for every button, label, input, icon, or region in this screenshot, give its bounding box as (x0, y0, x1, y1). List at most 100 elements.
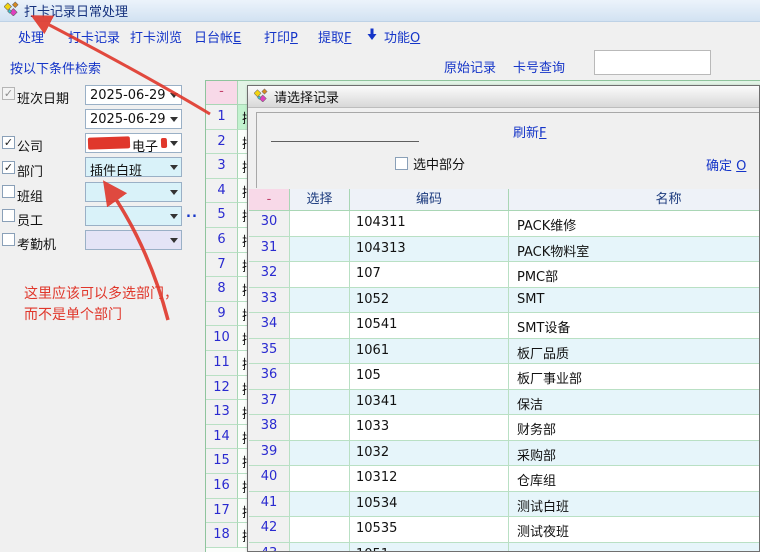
table-row[interactable]: 37 10341 保洁 (249, 390, 760, 416)
row-num: 40 (249, 466, 290, 492)
row-num: 36 (249, 364, 290, 390)
main-grid-row-num: 6 (206, 228, 238, 253)
row-select-cell[interactable] (290, 211, 350, 237)
row-num: 30 (249, 211, 290, 237)
date-to-dropdown[interactable]: 2025-06-29 (85, 109, 182, 129)
department-dropdown[interactable]: 插件白班 (85, 157, 182, 177)
table-row[interactable]: 34 10541 SMT设备 (249, 313, 760, 339)
ok-button[interactable]: 确定 O (706, 155, 746, 174)
employee-checkbox[interactable] (2, 209, 15, 222)
table-row[interactable]: 38 1033 财务部 (249, 415, 760, 441)
dialog-search-input[interactable] (271, 126, 419, 142)
row-select-cell[interactable] (290, 339, 350, 365)
main-grid-row-num: 12 (206, 376, 238, 401)
team-dropdown[interactable] (85, 182, 182, 202)
employee-label: 员工 (17, 210, 43, 229)
machine-dropdown[interactable] (85, 230, 182, 250)
row-name: 板厂品质 (509, 339, 760, 365)
table-row[interactable]: 43 1051 插件 (249, 543, 760, 552)
row-select-cell[interactable] (290, 543, 350, 552)
main-grid-row-num: 18 (206, 523, 238, 548)
table-row[interactable]: 30 104311 PACK维修 (249, 211, 760, 237)
table-row[interactable]: 36 105 板厂事业部 (249, 364, 760, 390)
row-name: SMT设备 (509, 313, 760, 339)
table-row[interactable]: 40 10312 仓库组 (249, 466, 760, 492)
menu-process[interactable]: 处理 (18, 27, 44, 46)
employee-more-button[interactable]: .. (186, 206, 198, 221)
main-grid-row-num: 1 (206, 105, 238, 130)
table-row[interactable]: 42 10535 测试夜班 (249, 517, 760, 543)
company-checkbox[interactable] (2, 136, 15, 149)
menu-extract[interactable]: 提取F (318, 27, 352, 46)
menu-daily-ledger[interactable]: 日台帐E (194, 27, 241, 46)
chevron-down-icon (170, 238, 178, 243)
row-name: 财务部 (509, 415, 760, 441)
dialog-groupbox (256, 112, 760, 188)
row-select-cell[interactable] (290, 415, 350, 441)
menu-punch-records[interactable]: 打卡记录 (68, 27, 120, 46)
header-name[interactable]: 名称 (509, 189, 760, 211)
dialog-titlebar[interactable]: 请选择记录 (248, 86, 759, 108)
machine-label: 考勤机 (17, 234, 56, 253)
row-num: 35 (249, 339, 290, 365)
down-arrow-icon (366, 28, 378, 45)
partial-select-checkbox[interactable] (395, 157, 408, 170)
row-select-cell[interactable] (290, 441, 350, 467)
table-row[interactable]: 41 10534 测试白班 (249, 492, 760, 518)
team-checkbox[interactable] (2, 185, 15, 198)
table-row[interactable]: 35 1061 板厂品质 (249, 339, 760, 365)
row-num: 38 (249, 415, 290, 441)
table-row[interactable]: 32 107 PMC部 (249, 262, 760, 288)
header-code[interactable]: 编码 (350, 189, 509, 211)
main-grid-row-num: 14 (206, 425, 238, 450)
row-select-cell[interactable] (290, 517, 350, 543)
row-select-cell[interactable] (290, 313, 350, 339)
menu-functions[interactable]: 功能O (384, 27, 420, 46)
shift-date-checkbox[interactable] (2, 87, 15, 100)
row-code: 105 (350, 364, 509, 390)
header-dash[interactable]: - (249, 189, 290, 211)
main-grid-row-num: 3 (206, 154, 238, 179)
department-checkbox[interactable] (2, 161, 15, 174)
row-code: 1052 (350, 288, 509, 314)
employee-dropdown[interactable] (85, 206, 182, 226)
row-select-cell[interactable] (290, 288, 350, 314)
machine-checkbox[interactable] (2, 233, 15, 246)
main-grid-corner[interactable]: - (206, 81, 238, 105)
filter-heading: 按以下条件检索 (10, 58, 101, 77)
menu-print[interactable]: 打印P (264, 27, 298, 46)
annotation-line1: 这里应该可以多选部门， (24, 283, 178, 303)
row-select-cell[interactable] (290, 466, 350, 492)
table-row[interactable]: 39 1032 采购部 (249, 441, 760, 467)
row-name: 测试夜班 (509, 517, 760, 543)
menu-punch-browse[interactable]: 打卡浏览 (130, 27, 182, 46)
table-row[interactable]: 31 104313 PACK物料室 (249, 237, 760, 263)
app-diamond-icon (4, 1, 19, 20)
partial-select-label: 选中部分 (413, 154, 465, 173)
row-name: PACK物料室 (509, 237, 760, 263)
row-code: 1032 (350, 441, 509, 467)
row-name: 保洁 (509, 390, 760, 416)
menu-bar: 处理 打卡记录 打卡浏览 日台帐E 打印P 提取F 功能O (0, 22, 760, 48)
table-row[interactable]: 33 1052 SMT (249, 288, 760, 314)
row-select-cell[interactable] (290, 364, 350, 390)
row-code: 10541 (350, 313, 509, 339)
row-select-cell[interactable] (290, 492, 350, 518)
chevron-down-icon (170, 190, 178, 195)
row-select-cell[interactable] (290, 390, 350, 416)
row-code: 1051 (350, 543, 509, 552)
card-query-label: 卡号查询 (513, 57, 565, 76)
row-select-cell[interactable] (290, 237, 350, 263)
main-grid-row-num: 15 (206, 449, 238, 474)
row-code: 104313 (350, 237, 509, 263)
company-redaction-scribble (88, 136, 130, 149)
row-select-cell[interactable] (290, 262, 350, 288)
header-select[interactable]: 选择 (290, 189, 350, 211)
row-name: SMT (509, 288, 760, 314)
main-grid-row-num: 8 (206, 277, 238, 302)
card-query-input[interactable] (594, 50, 711, 75)
refresh-link[interactable]: 刷新F (513, 122, 547, 141)
date-from-dropdown[interactable]: 2025-06-29 (85, 85, 182, 105)
original-records-link[interactable]: 原始记录 (444, 57, 496, 76)
row-code: 1033 (350, 415, 509, 441)
